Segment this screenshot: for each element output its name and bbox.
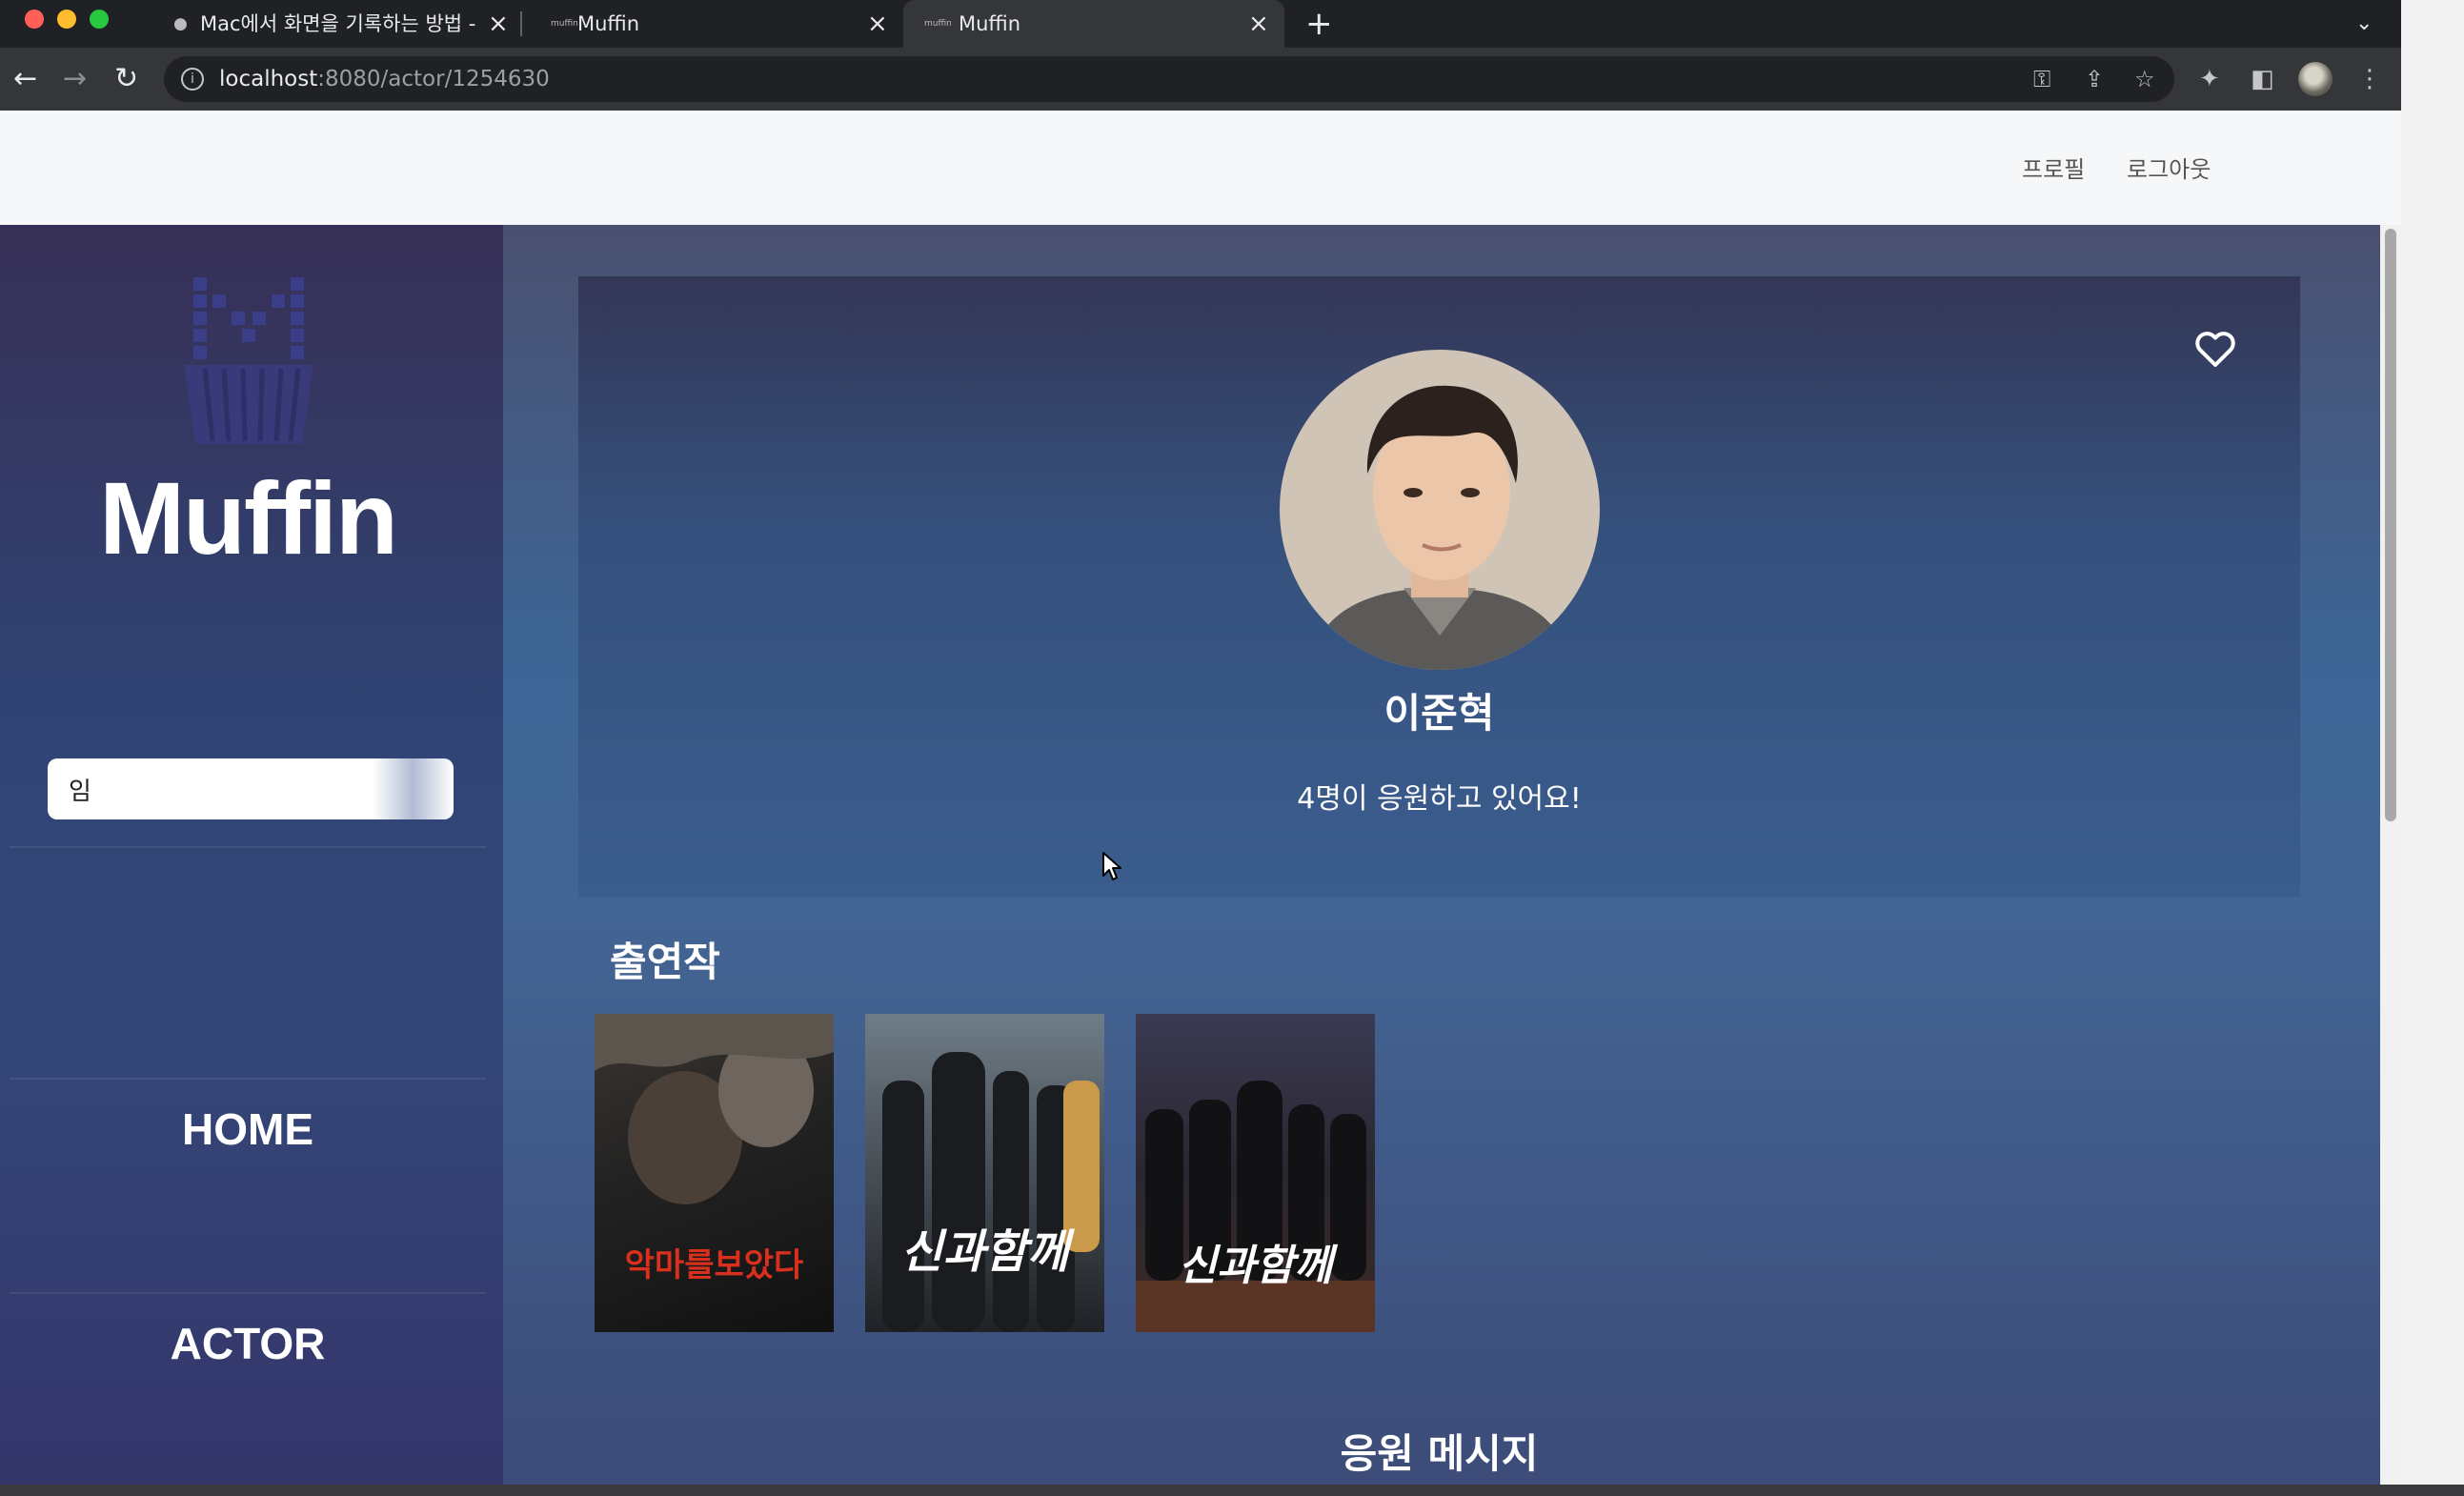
tab-title: Mac에서 화면을 기록하는 방법 - Ap (200, 12, 478, 35)
sidebar-nav-home[interactable]: HOME (0, 1103, 495, 1155)
top-navigation: 프로필 로그아웃 (0, 111, 2401, 225)
actor-name: 이준혁 (1383, 690, 1495, 737)
poster-artwork (882, 1052, 1100, 1332)
profile-avatar[interactable] (2298, 62, 2333, 96)
sidebar: Muffin HOME ACTOR (0, 225, 503, 1485)
browser-tab-bar: ● Mac에서 화면을 기록하는 방법 - Ap × muffin Muffin… (0, 0, 2401, 48)
sidebar-divider (10, 1078, 486, 1080)
cheer-messages-title: 응원 메시지 (1340, 1430, 1539, 1477)
key-icon[interactable]: ⚿ (2033, 56, 2050, 102)
muffin-favicon: muffin (924, 19, 952, 29)
movie-poster[interactable]: 신과함께 (865, 1014, 1104, 1332)
close-tab-icon[interactable]: × (1248, 0, 1269, 48)
sidebar-divider (10, 1292, 486, 1294)
muffin-favicon: muffin (551, 19, 578, 29)
url-text[interactable]: localhost:8080/actor/1254630 (219, 56, 550, 102)
sidepanel-icon[interactable]: ◧ (2251, 48, 2274, 111)
url-path: :8080/actor/1254630 (317, 67, 550, 91)
sidebar-nav-actor[interactable]: ACTOR (0, 1318, 495, 1369)
page-scrollbar[interactable] (2380, 225, 2401, 1485)
scrollbar-thumb[interactable] (2385, 229, 2396, 821)
share-icon[interactable]: ⇪ (2085, 56, 2104, 102)
muffin-logo-icon (184, 277, 313, 444)
reload-icon[interactable]: ↻ (114, 48, 138, 111)
heart-outline-icon[interactable] (2192, 326, 2238, 372)
logout-link[interactable]: 로그아웃 (2127, 151, 2211, 184)
poster-title: 신과함께 (900, 1225, 1069, 1279)
address-bar[interactable]: i localhost:8080/actor/1254630 ⚿ ⇪ ☆ (164, 56, 2174, 102)
browser-tab[interactable]: muffin Muffin × (530, 0, 892, 48)
back-icon[interactable]: ← (13, 48, 37, 111)
browser-tab-active[interactable]: muffin Muffin × (903, 0, 1284, 48)
actor-portrait (1280, 350, 1600, 670)
mouse-cursor-icon (1102, 852, 1121, 880)
forward-icon[interactable]: → (63, 48, 87, 111)
browser-tab[interactable]: ● Mac에서 화면을 기록하는 방법 - Ap × (152, 0, 515, 48)
actor-hero-card: 이준혁 4명이 응원하고 있어요! (578, 276, 2300, 897)
tab-title: Muffin (577, 12, 640, 35)
brand-title: Muffin (99, 460, 398, 576)
close-window-button[interactable] (25, 10, 44, 29)
star-icon[interactable]: ☆ (2134, 56, 2155, 102)
tab-search-icon[interactable]: ⌄ (2355, 0, 2373, 48)
url-host: localhost (219, 67, 318, 91)
apple-icon: ● (173, 14, 188, 33)
filmography-title: 출연작 (610, 939, 720, 985)
minimize-window-button[interactable] (57, 10, 76, 29)
page-viewport: 프로필 로그아웃 Muffin 임 HOME ACTOR 이준혁 4명이 응원하… (0, 111, 2401, 1485)
zoom-window-button[interactable] (90, 10, 109, 29)
poster-title: 신과함께 (1178, 1242, 1333, 1290)
cheer-count-text: 4명이 응원하고 있어요! (1297, 782, 1582, 816)
sidebar-divider (10, 846, 486, 848)
close-tab-icon[interactable]: × (488, 0, 509, 48)
new-tab-icon[interactable]: + (1305, 0, 1333, 48)
profile-link[interactable]: 프로필 (2022, 151, 2085, 184)
close-tab-icon[interactable]: × (867, 0, 888, 48)
movie-poster[interactable]: 신과함께 (1136, 1014, 1375, 1332)
main-content: Muffin HOME ACTOR (0, 225, 2401, 1485)
search-input[interactable] (48, 758, 454, 819)
tab-title: Muffin (959, 12, 1021, 35)
poster-title: 악마를보았다 (624, 1246, 804, 1284)
more-icon[interactable]: ⋮ (2357, 48, 2382, 111)
browser-toolbar: ← → ↻ i localhost:8080/actor/1254630 ⚿ ⇪… (0, 48, 2401, 111)
tab-separator (520, 11, 522, 36)
extensions-icon[interactable]: ✦ (2199, 48, 2220, 111)
window-bottom-edge (0, 1485, 2464, 1496)
movie-poster[interactable]: 악마를보았다 (595, 1014, 834, 1332)
info-icon[interactable]: i (181, 68, 204, 91)
desktop-edge (2401, 0, 2464, 1496)
